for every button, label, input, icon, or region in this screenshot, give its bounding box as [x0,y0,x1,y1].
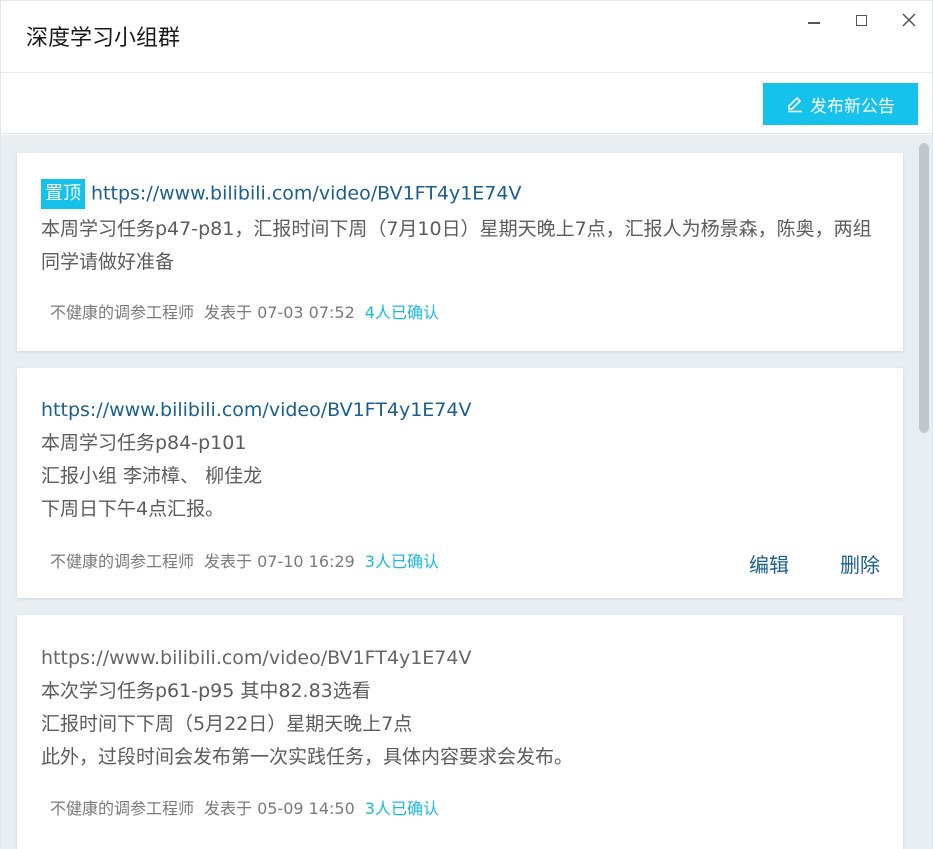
post-time: 发表于 07-03 07:52 [204,303,355,322]
publish-label: 发布新公告 [810,96,895,117]
video-link[interactable]: https://www.bilibili.com/video/BV1FT4y1E… [41,645,471,671]
announcement-line: 下周日下午4点汇报。 [41,498,225,520]
publish-announcement-button[interactable]: 发布新公告 [763,83,918,125]
toolbar: 发布新公告 [1,73,932,134]
title-bar: 深度学习小组群 [1,1,932,73]
announcement-card: 置顶 https://www.bilibili.com/video/BV1FT4y… [17,153,903,351]
announcement-meta: 不健康的调参工程师 发表于 07-03 07:52 4人已确认 [50,299,439,323]
maximize-icon [855,14,867,26]
announcement-meta: 不健康的调参工程师 发表于 07-10 16:29 3人已确认 [50,548,439,572]
announcement-card: https://www.bilibili.com/video/BV1FT4y1E… [17,368,903,598]
maximize-button[interactable] [846,7,876,33]
confirm-count[interactable]: 3人已确认 [365,552,439,571]
announcement-list[interactable]: 置顶 https://www.bilibili.com/video/BV1FT4y… [1,135,932,849]
video-link[interactable]: https://www.bilibili.com/video/BV1FT4y1E… [41,397,471,423]
author-name: 不健康的调参工程师 [50,303,195,322]
announcement-line: 本次学习任务p61-p95 其中82.83选看 [41,680,371,702]
author-name: 不健康的调参工程师 [50,552,195,571]
close-button[interactable] [894,7,924,33]
delete-button[interactable]: 删除 [840,549,880,578]
minimize-button[interactable] [799,7,829,33]
video-link[interactable]: https://www.bilibili.com/video/BV1FT4y1E… [91,183,521,205]
announcement-body: 本周学习任务p47-p81，汇报时间下周（7月10日）星期天晚上7点，汇报人为杨… [41,218,872,273]
pinned-badge: 置顶 [41,179,85,209]
announcement-card: https://www.bilibili.com/video/BV1FT4y1E… [17,615,903,849]
author-name: 不健康的调参工程师 [50,799,195,818]
scrollbar-thumb[interactable] [919,143,929,433]
announcement-window: 深度学习小组群 发布新公告 置顶 https://www.bilibili.com… [0,0,933,849]
confirm-count[interactable]: 3人已确认 [365,799,439,818]
confirm-count[interactable]: 4人已确认 [365,303,439,322]
announcement-line: 汇报小组 李沛樟、 柳佳龙 [41,465,263,487]
announcement-line: 此外，过段时间会发布第一次实践任务，具体内容要求会发布。 [41,746,574,768]
window-title: 深度学习小组群 [26,26,181,51]
post-time: 发表于 07-10 16:29 [204,552,355,571]
edit-button[interactable]: 编辑 [749,549,789,578]
announcement-meta: 不健康的调参工程师 发表于 05-09 14:50 3人已确认 [50,795,439,819]
announcement-header: 置顶 https://www.bilibili.com/video/BV1FT4y… [41,179,521,209]
announcement-line: 本周学习任务p84-p101 [41,432,247,454]
announcement-line: 汇报时间下下周（5月22日）星期天晚上7点 [41,713,413,735]
post-time: 发表于 05-09 14:50 [204,799,355,818]
edit-icon [788,96,802,113]
close-icon [902,13,916,27]
minimize-icon [808,22,820,24]
